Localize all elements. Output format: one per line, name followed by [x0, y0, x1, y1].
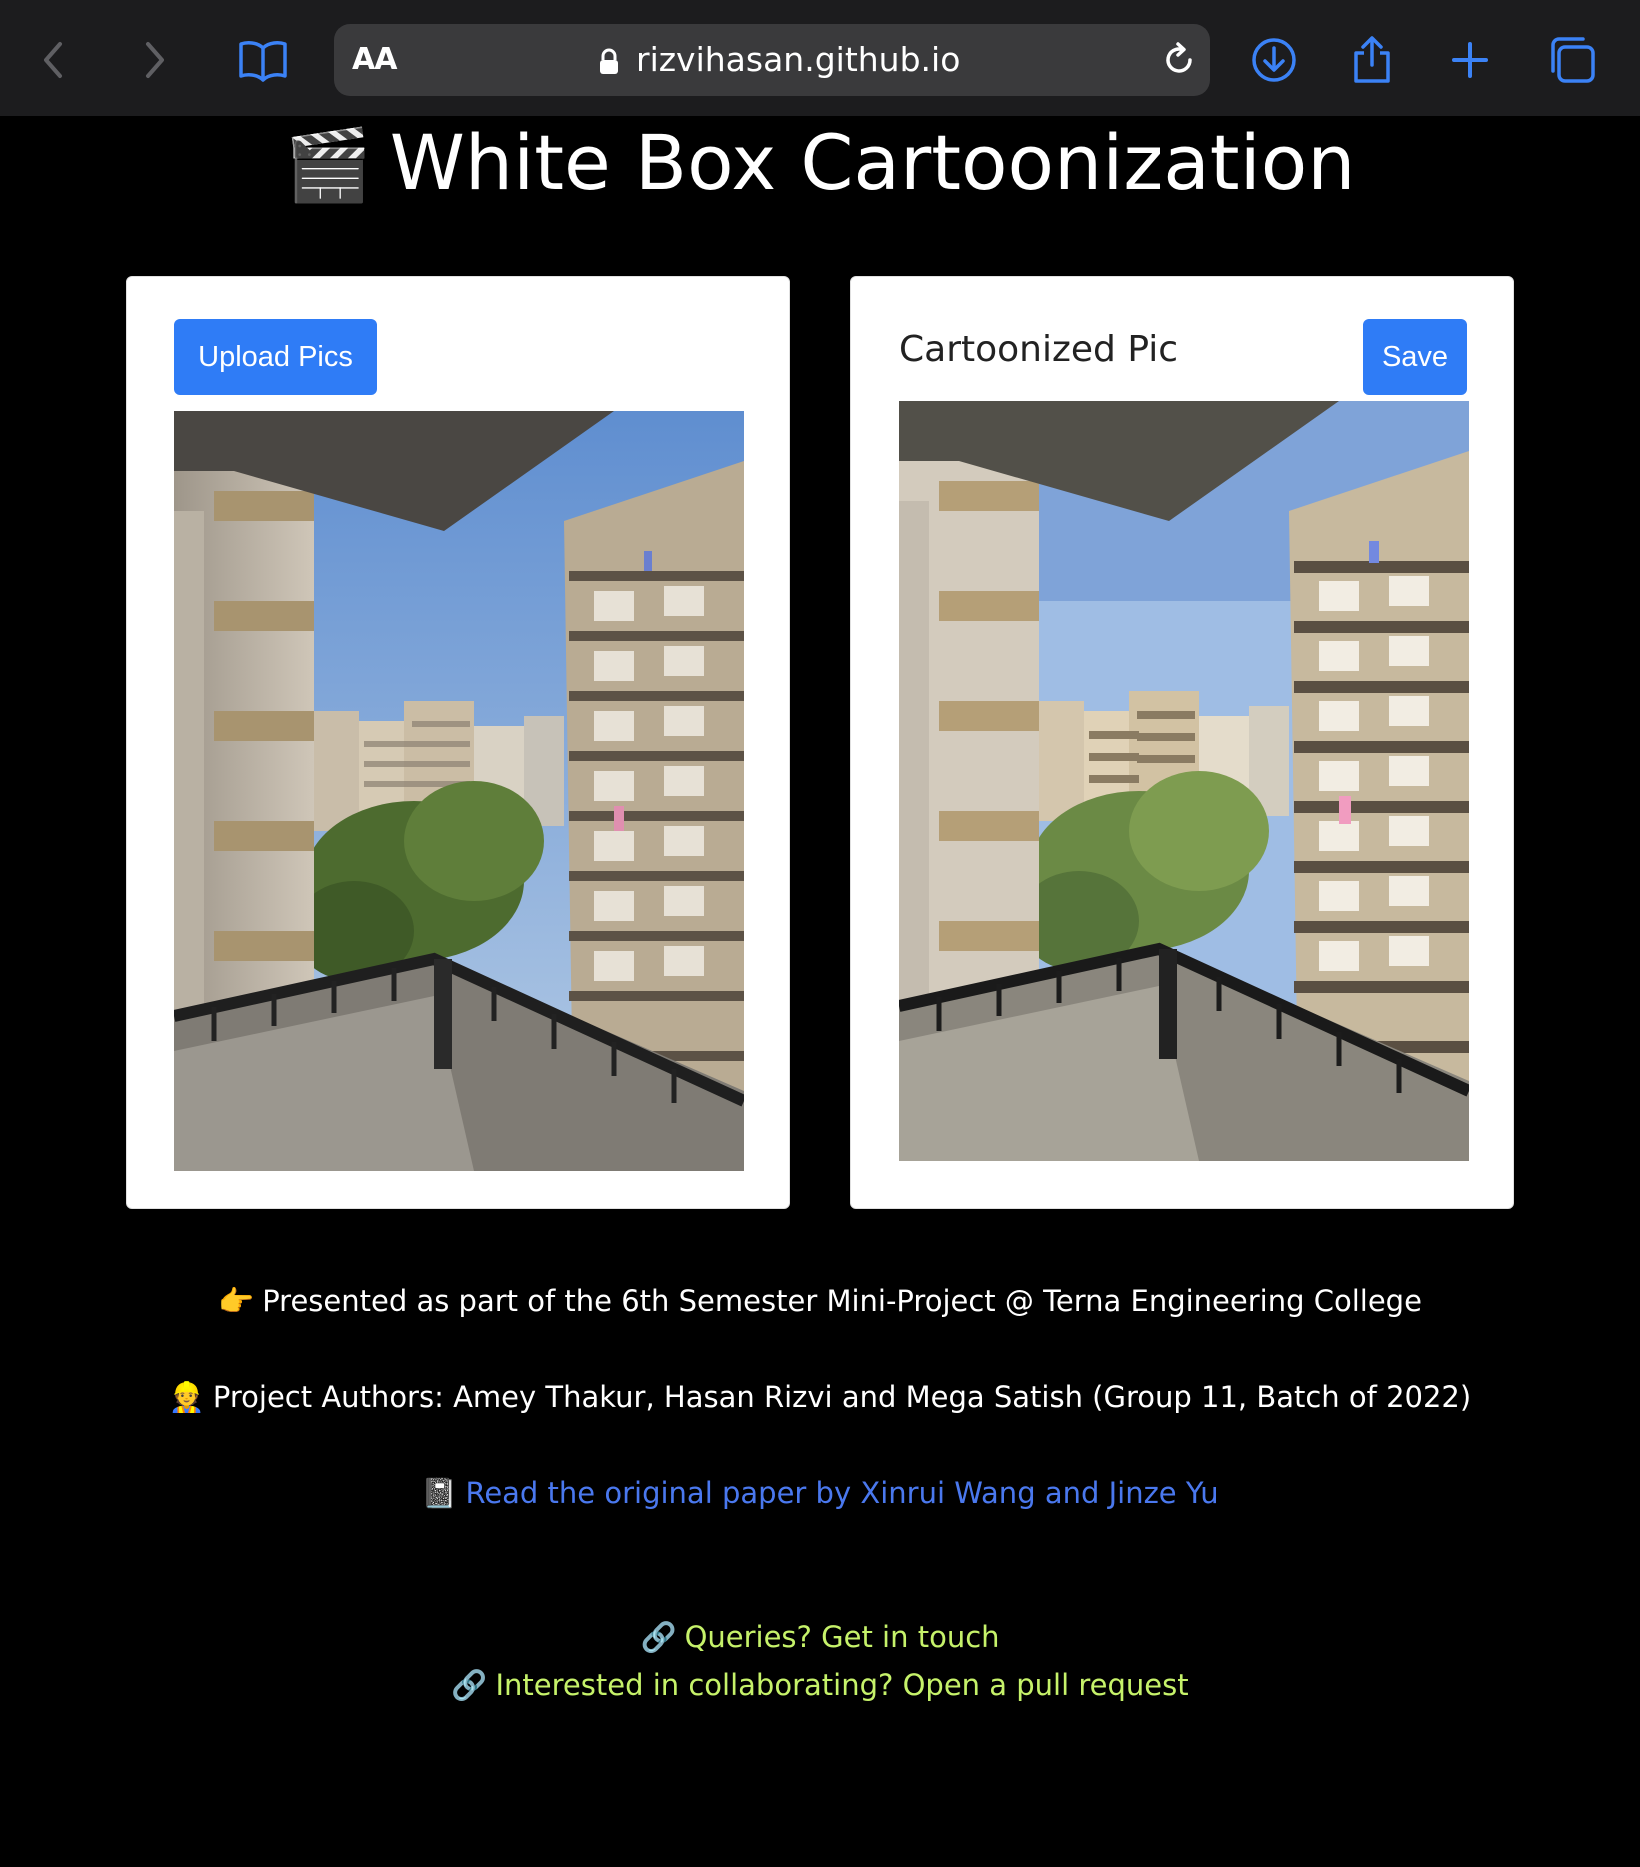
bookmarks-icon[interactable] [235, 30, 291, 90]
url-text: rizvihasan.github.io [636, 40, 961, 79]
presented-text: Presented as part of the 6th Semester Mi… [262, 1284, 1422, 1318]
original-photo [174, 411, 744, 1171]
cartoonized-photo [899, 401, 1469, 1161]
page-title: 🎬 White Box Cartoonization [0, 118, 1640, 207]
authors-line: 👷 Project Authors: Amey Thakur, Hasan Riz… [0, 1380, 1640, 1415]
browser-toolbar: AA rizvihasan.github.io [0, 0, 1640, 116]
reload-icon[interactable] [1160, 40, 1200, 84]
link-icon: 🔗 [640, 1620, 677, 1654]
save-button[interactable]: Save [1363, 319, 1467, 395]
tabs-icon[interactable] [1544, 30, 1600, 90]
upload-card: Upload Pics [126, 276, 790, 1209]
collab-link[interactable]: Interested in collaborating? Open a pull… [495, 1668, 1188, 1702]
pointing-hand-icon: 👉 [218, 1284, 255, 1318]
back-icon[interactable] [26, 30, 82, 90]
paper-line: 📓 Read the original paper by Xinrui Wang … [0, 1476, 1640, 1511]
queries-line: 🔗 Queries? Get in touch [0, 1620, 1640, 1655]
cartoonized-heading: Cartoonized Pic [899, 329, 1179, 370]
upload-pics-button[interactable]: Upload Pics [174, 319, 377, 395]
link-icon: 🔗 [451, 1668, 488, 1702]
presented-line: 👉 Presented as part of the 6th Semester M… [0, 1284, 1640, 1319]
clapperboard-icon: 🎬 [284, 124, 372, 206]
notebook-icon: 📓 [421, 1476, 458, 1510]
result-card: Cartoonized Pic Save [850, 276, 1514, 1209]
reader-view-button[interactable]: AA [352, 42, 397, 77]
collab-line: 🔗 Interested in collaborating? Open a pul… [0, 1668, 1640, 1703]
new-tab-icon[interactable] [1442, 30, 1498, 90]
share-icon[interactable] [1344, 30, 1400, 90]
worker-icon: 👷 [168, 1380, 205, 1414]
download-icon[interactable] [1246, 30, 1302, 90]
forward-icon[interactable] [126, 30, 182, 90]
authors-text: Project Authors: Amey Thakur, Hasan Rizv… [212, 1380, 1472, 1414]
page-title-text: White Box Cartoonization [389, 118, 1356, 207]
queries-link[interactable]: Queries? Get in touch [685, 1620, 1000, 1654]
paper-link[interactable]: Read the original paper by Xinrui Wang a… [465, 1476, 1218, 1510]
address-bar[interactable]: AA rizvihasan.github.io [334, 24, 1210, 96]
lock-icon [598, 48, 620, 80]
